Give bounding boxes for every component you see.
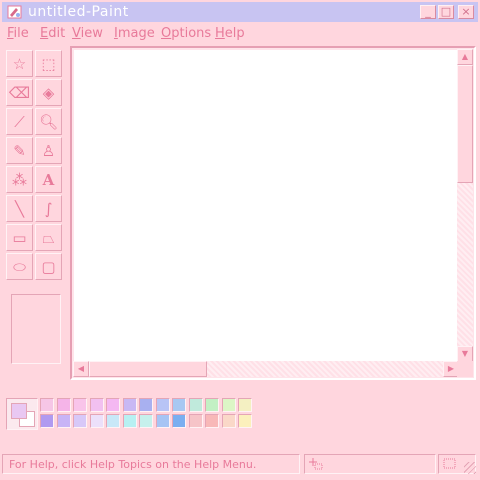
palette-swatch[interactable] [139,414,153,428]
palette-swatch[interactable] [56,398,71,412]
menu-help[interactable]: Help [215,26,245,42]
vertical-scroll-thumb[interactable] [457,65,473,183]
tool-options-panel[interactable] [11,294,61,364]
scroll-down-button[interactable]: ▼ [457,346,473,362]
horizontal-scrollbar[interactable]: ◀ ▶ [73,361,459,377]
eraser-icon: ⌫ [8,83,31,102]
close-button[interactable]: × [458,5,474,19]
palette-swatch[interactable] [106,414,120,428]
palette-swatch[interactable] [139,398,153,412]
rectangle-icon: ▭ [12,228,27,247]
brush-icon: ♙ [41,141,56,160]
status-help-text: For Help, click Help Topics on the Help … [9,458,257,471]
polygon-icon: ⏢ [42,228,55,247]
paint-bucket-icon: ◈ [42,83,55,102]
palette-swatch[interactable] [73,398,87,412]
color-palette [6,396,306,436]
palette-swatch[interactable] [221,398,236,412]
vertical-scrollbar[interactable]: ▲ ▼ [457,49,473,362]
cursor-position-icon [309,458,323,470]
window-title: untitled-Paint [28,4,129,20]
palette-swatch[interactable] [205,414,219,428]
minimize-button[interactable]: _ [420,5,436,19]
menu-options[interactable]: Options [161,26,211,42]
curve-icon: ∫ [44,199,53,218]
line-icon: ╲ [14,199,25,218]
tool-fill[interactable]: ◈ [35,79,62,106]
tool-rectangle[interactable]: ▭ [6,224,33,251]
palette-swatch[interactable] [188,398,203,412]
palette-swatch[interactable] [188,414,203,428]
status-help-panel: For Help, click Help Topics on the Help … [2,454,300,474]
status-bar: For Help, click Help Topics on the Help … [2,452,478,476]
tool-select[interactable]: ⬚ [35,50,62,77]
tool-free-form-select[interactable]: ☆ [6,50,33,77]
airbrush-icon: ⁂ [12,170,27,189]
selection-size-icon [443,458,456,469]
palette-swatch[interactable] [172,414,186,428]
title-bar[interactable]: untitled-Paint _ □ × [2,2,478,22]
palette-swatch[interactable] [73,414,87,428]
menu-file[interactable]: File [7,26,29,42]
palette-swatch[interactable] [89,398,104,412]
palette-swatch[interactable] [122,414,137,428]
palette-swatch[interactable] [172,398,186,412]
tool-magnifier[interactable]: 🔍︎ [35,108,62,135]
resize-grip[interactable] [464,462,476,474]
horizontal-scroll-thumb[interactable] [89,361,207,377]
tool-line[interactable]: ╲ [6,195,33,222]
menu-view[interactable]: View [72,26,103,42]
eyedropper-icon: ⟋ [14,112,25,131]
palette-swatch[interactable] [40,414,54,428]
palette-swatch[interactable] [89,414,104,428]
star-select-icon: ☆ [12,54,27,73]
tool-airbrush[interactable]: ⁂ [6,166,33,193]
palette-swatch[interactable] [238,398,252,412]
tool-pencil[interactable]: ✎ [6,137,33,164]
palette-swatch[interactable] [40,398,54,412]
maximize-button[interactable]: □ [438,5,454,19]
tool-polygon[interactable]: ⏢ [35,224,62,251]
foreground-color-swatch[interactable] [11,403,27,419]
scrollbar-corner [457,361,473,377]
pencil-icon: ✎ [13,141,26,160]
palette-swatch[interactable] [238,414,252,428]
palette-swatch[interactable] [155,398,170,412]
tool-text[interactable]: A [35,166,62,193]
magnifier-icon: 🔍︎ [38,112,59,131]
canvas-frame: ▲ ▼ ◀ ▶ [70,46,476,380]
palette-swatch[interactable] [205,398,219,412]
current-colors[interactable] [6,398,38,430]
palette-swatch[interactable] [122,398,137,412]
status-position-panel [304,454,436,474]
ellipse-icon: ⬭ [13,257,26,276]
tool-rounded-rectangle[interactable]: ▢ [35,253,62,280]
paint-window: untitled-Paint _ □ × File Edit View Imag… [0,0,480,480]
tool-brush[interactable]: ♙ [35,137,62,164]
drawing-canvas[interactable] [74,50,459,362]
palette-swatch[interactable] [221,414,236,428]
palette-swatch[interactable] [106,398,120,412]
tool-eraser[interactable]: ⌫ [6,79,33,106]
rounded-rectangle-icon: ▢ [41,257,56,276]
scroll-left-button[interactable]: ◀ [73,361,89,377]
scroll-up-button[interactable]: ▲ [457,49,473,65]
rect-select-icon: ⬚ [41,54,56,73]
palette-swatch[interactable] [56,414,71,428]
tool-ellipse[interactable]: ⬭ [6,253,33,280]
menu-edit[interactable]: Edit [40,26,65,42]
paint-app-icon [7,5,22,19]
menu-bar: File Edit View Image Options Help [2,24,478,44]
palette-swatch[interactable] [155,414,170,428]
tool-curve[interactable]: ∫ [35,195,62,222]
menu-image[interactable]: Image [114,26,155,42]
tool-pick-color[interactable]: ⟋ [6,108,33,135]
text-icon: A [42,170,55,189]
